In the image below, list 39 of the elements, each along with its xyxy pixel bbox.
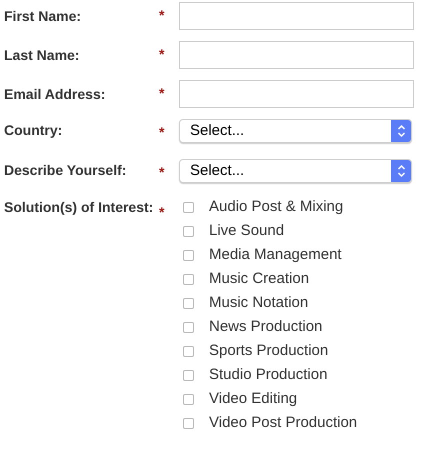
checkbox[interactable] <box>183 226 194 236</box>
checkbox[interactable] <box>183 274 194 284</box>
checkbox-option[interactable]: Video Post Production <box>183 411 358 435</box>
text-field[interactable] <box>179 41 414 69</box>
select-dropdown[interactable]: Select... <box>179 119 412 143</box>
checkbox-option[interactable]: Video Editing <box>183 387 358 411</box>
required-asterisk: * <box>159 204 164 220</box>
required-asterisk: * <box>159 85 164 101</box>
required-asterisk: * <box>159 124 164 140</box>
checkbox[interactable] <box>183 322 194 332</box>
checkbox[interactable] <box>183 394 194 404</box>
required-asterisk: * <box>159 46 164 62</box>
checkbox-option[interactable]: Studio Production <box>183 363 358 387</box>
checkbox-option[interactable]: Media Management <box>183 243 358 267</box>
required-asterisk: * <box>159 164 164 180</box>
checkbox-option[interactable]: Music Creation <box>183 267 358 291</box>
checkbox-option[interactable]: Live Sound <box>183 219 358 243</box>
select-dropdown[interactable]: Select... <box>179 159 412 183</box>
checkbox[interactable] <box>183 418 194 428</box>
checkbox-option[interactable]: Audio Post & Mixing <box>183 195 358 219</box>
checkbox-option[interactable]: Music Notation <box>183 291 358 315</box>
field-label: Email Address: <box>4 85 106 103</box>
checkbox[interactable] <box>183 346 194 356</box>
checkbox-option[interactable]: News Production <box>183 315 358 339</box>
checkbox-option[interactable]: Sports Production <box>183 339 358 363</box>
checkbox[interactable] <box>183 250 194 260</box>
field-label: Country: <box>4 121 64 139</box>
stepper-icon <box>391 120 411 142</box>
stepper-icon <box>391 160 411 182</box>
text-field[interactable] <box>179 2 414 30</box>
checkbox[interactable] <box>183 370 194 380</box>
required-asterisk: * <box>159 7 164 23</box>
checkbox[interactable] <box>183 298 194 308</box>
field-label: Solution(s) of Interest: <box>4 199 154 216</box>
field-label: Last Name: <box>4 46 80 64</box>
field-label: First Name: <box>4 7 82 25</box>
field-label: Describe Yourself: <box>4 161 128 179</box>
text-field[interactable] <box>179 80 414 108</box>
checkbox[interactable] <box>183 202 194 212</box>
